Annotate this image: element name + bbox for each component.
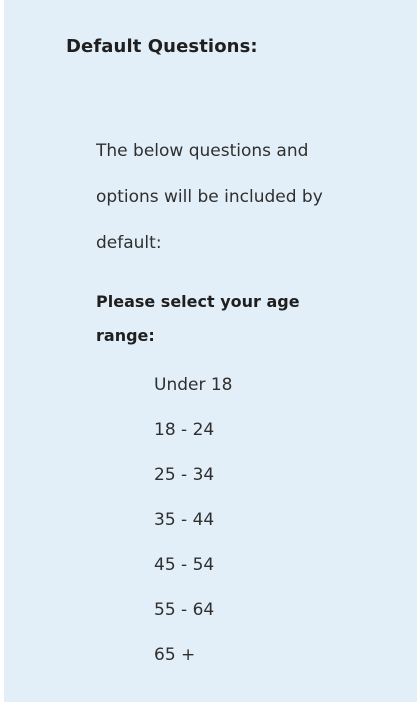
question-age-range: Please select your age range:: [96, 292, 300, 345]
age-option: Under 18: [154, 375, 233, 395]
age-option: 25 - 34: [154, 465, 215, 485]
age-option: 55 - 64: [154, 600, 215, 620]
age-option: 18 - 24: [154, 420, 215, 440]
age-option: 65 +: [154, 645, 196, 665]
age-option: 35 - 44: [154, 510, 215, 530]
age-range-options: Under 18 18 - 24 25 - 34 35 - 44 45 - 54…: [154, 373, 233, 688]
intro-text: The below questions and options will be …: [96, 141, 323, 253]
default-questions-panel: Default Questions: The below questions a…: [4, 0, 417, 702]
age-option: 45 - 54: [154, 555, 215, 575]
section-title: Default Questions:: [66, 36, 258, 57]
